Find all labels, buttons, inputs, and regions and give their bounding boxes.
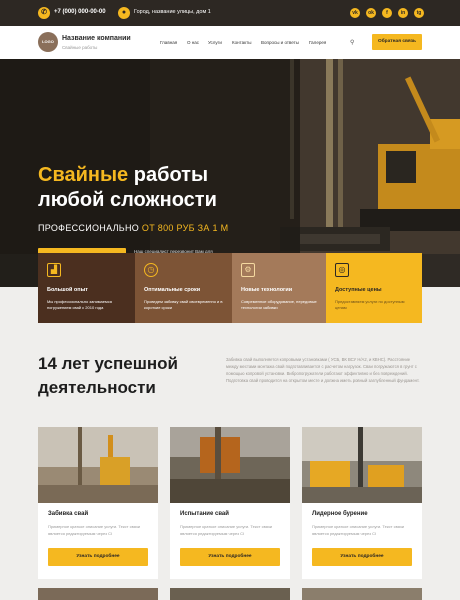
service-text: Примерное краткое описание услуги. Текст… bbox=[312, 524, 404, 536]
telegram-icon[interactable]: tg bbox=[414, 8, 424, 18]
about-title-line2: деятельности bbox=[38, 378, 156, 397]
about-title: 14 лет успешной деятельности bbox=[38, 352, 178, 400]
hero-title-line2: любой сложности bbox=[38, 189, 217, 211]
hero-subtitle: ПРОФЕССИОНАЛЬНО ОТ 800 РУБ ЗА 1 М bbox=[38, 223, 228, 233]
feature-title: Доступные цены bbox=[335, 287, 382, 293]
coins-icon: ◎ bbox=[335, 263, 349, 277]
nav-services[interactable]: Услуги bbox=[208, 40, 222, 45]
feature-title: Новые технологии bbox=[241, 287, 293, 293]
service-card: Лидерное бурение Примерное краткое описа… bbox=[302, 427, 422, 579]
site-header: LOGO Название компании Свайные работы Гл… bbox=[0, 26, 460, 59]
service-card: Забивка свай Примерное краткое описание … bbox=[38, 427, 158, 579]
nav-faq[interactable]: Вопросы и ответы bbox=[261, 40, 299, 45]
instagram-icon[interactable]: in bbox=[398, 8, 408, 18]
service-text: Примерное краткое описание услуги. Текст… bbox=[48, 524, 140, 536]
service-card: Испытание свай Примерное краткое описани… bbox=[170, 427, 290, 579]
address: Город, название улицы, дом 1 bbox=[134, 9, 211, 15]
feedback-button[interactable]: Обратная связь bbox=[372, 34, 422, 50]
phone-icon: ✆ bbox=[38, 7, 50, 19]
service-title: Испытание свай bbox=[180, 511, 229, 517]
top-bar: ✆ +7 (000) 000-00-00 ● Город, название у… bbox=[0, 0, 460, 26]
hero-title-accent: Свайные bbox=[38, 164, 129, 186]
learn-more-button[interactable]: Узнать подробнее bbox=[312, 548, 412, 566]
service-title: Лидерное бурение bbox=[312, 511, 368, 517]
feature-title: Оптимальные сроки bbox=[144, 287, 201, 293]
service-image bbox=[170, 427, 290, 503]
feature-card-experience: ▟ Большой опыт Мы профессионально занима… bbox=[38, 253, 135, 323]
feature-text: Современное оборудование, передовые техн… bbox=[241, 299, 317, 310]
search-icon[interactable]: ⚲ bbox=[350, 39, 354, 46]
service-text: Примерное краткое описание услуги. Текст… bbox=[180, 524, 272, 536]
learn-more-button[interactable]: Узнать подробнее bbox=[180, 548, 280, 566]
feature-card-timing: ◷ Оптимальные сроки Проведем забивку сва… bbox=[135, 253, 232, 323]
company-name: Название компании bbox=[62, 35, 131, 42]
learn-more-button[interactable]: Узнать подробнее bbox=[48, 548, 148, 566]
service-card-image-partial bbox=[170, 588, 290, 600]
service-image bbox=[38, 427, 158, 503]
vk-icon[interactable]: vk bbox=[350, 8, 360, 18]
service-card-image-partial bbox=[38, 588, 158, 600]
feature-card-prices: ◎ Доступные цены Предоставляем услуги по… bbox=[326, 253, 422, 323]
feature-title: Большой опыт bbox=[47, 287, 88, 293]
nav-contacts[interactable]: Контакты bbox=[232, 40, 251, 45]
location-icon: ● bbox=[118, 7, 130, 19]
nav-about[interactable]: О нас bbox=[187, 40, 199, 45]
nav-home[interactable]: Главная bbox=[160, 40, 177, 45]
hero-title-rest: работы bbox=[128, 164, 209, 186]
company-tagline: Свайные работы bbox=[62, 45, 98, 50]
feature-text: Проведем забивку свай своевременно и в к… bbox=[144, 299, 223, 310]
service-card-image-partial bbox=[302, 588, 422, 600]
ok-icon[interactable]: ok bbox=[366, 8, 376, 18]
feature-text: Предоставляем услуги по доступным ценам bbox=[335, 299, 405, 310]
gear-icon: ⚙ bbox=[241, 263, 255, 277]
chart-icon: ▟ bbox=[47, 263, 61, 277]
nav-gallery[interactable]: Галерея bbox=[309, 40, 326, 45]
clock-icon: ◷ bbox=[144, 263, 158, 277]
feature-text: Мы профессионально занимаемся погружение… bbox=[47, 299, 112, 310]
about-text: Забивка свай выполняется копровыми устан… bbox=[226, 357, 420, 383]
hero-title: Свайные работы любой сложности bbox=[38, 163, 217, 213]
about-title-line1: 14 лет успешной bbox=[38, 354, 178, 373]
phone-number[interactable]: +7 (000) 000-00-00 bbox=[54, 9, 106, 15]
service-title: Забивка свай bbox=[48, 511, 89, 517]
logo[interactable]: LOGO bbox=[38, 32, 58, 52]
hero-subtitle-plain: ПРОФЕССИОНАЛЬНО bbox=[38, 223, 142, 233]
service-image bbox=[302, 427, 422, 503]
facebook-icon[interactable]: f bbox=[382, 8, 392, 18]
feature-card-technology: ⚙ Новые технологии Современное оборудова… bbox=[232, 253, 329, 323]
hero-price: ОТ 800 РУБ ЗА 1 М bbox=[141, 223, 229, 233]
